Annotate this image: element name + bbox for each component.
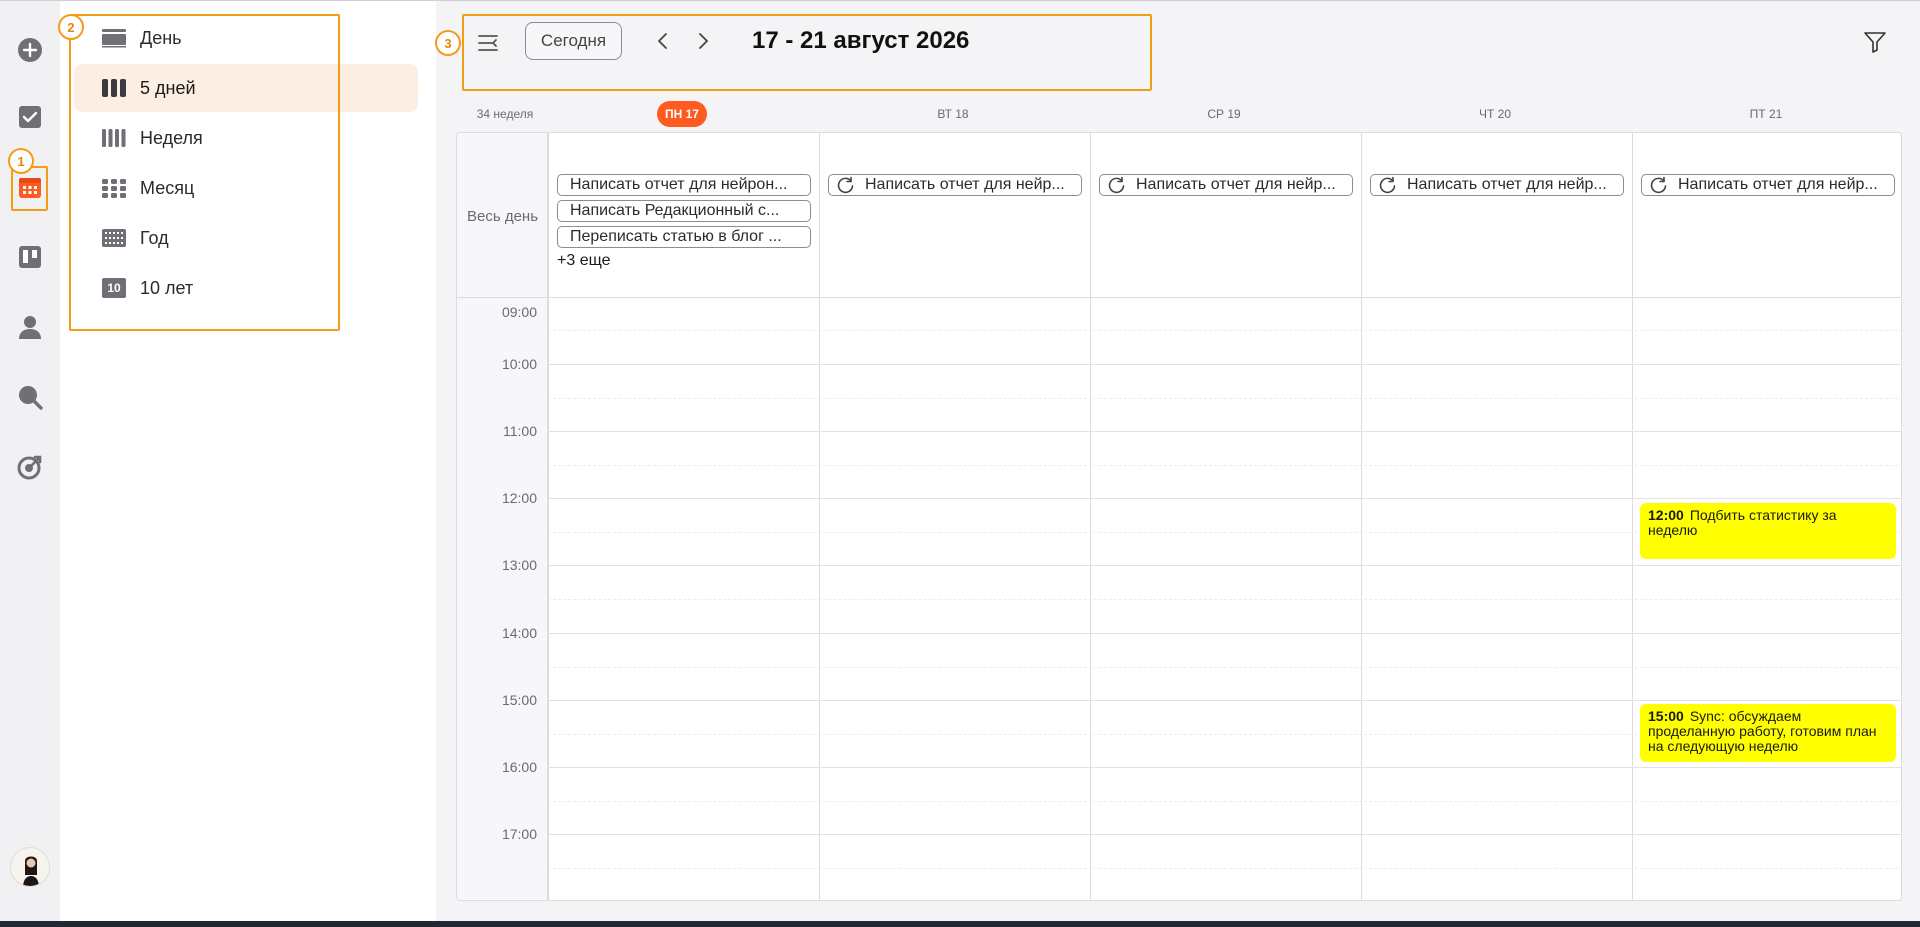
icon-rail (0, 1, 60, 921)
half-hour-line (548, 667, 1901, 668)
hour-line (548, 767, 1901, 768)
column-divider (819, 133, 820, 900)
today-pill: ПН 17 (657, 101, 707, 127)
column-divider (548, 133, 549, 900)
half-hour-line (548, 330, 1901, 331)
event-time: 15:00 (1648, 708, 1684, 724)
annotation-box (69, 14, 340, 331)
all-day-event[interactable]: Написать отчет для нейрон... (557, 174, 811, 196)
recurring-all-day-event[interactable]: Написать отчет для нейр... (1641, 174, 1895, 196)
calendar-grid[interactable]: Весь день Написать отчет для нейрон... Н… (456, 132, 1902, 901)
plus-circle-icon (18, 38, 42, 62)
hour-label: 16:00 (501, 759, 537, 775)
hour-line (548, 498, 1901, 499)
create-button[interactable] (14, 34, 46, 66)
day-header-fri[interactable]: ПТ 21 (1631, 101, 1901, 127)
contacts-button[interactable] (14, 311, 46, 343)
timed-event[interactable]: 15:00 Sync: обсуждаем проделанную работу,… (1640, 704, 1896, 762)
user-avatar[interactable] (10, 847, 50, 887)
repeat-icon (1108, 176, 1125, 194)
event-time: 12:00 (1648, 507, 1684, 523)
hour-label: 17:00 (501, 826, 537, 842)
repeat-icon (1650, 176, 1667, 194)
hour-line (548, 633, 1901, 634)
day-header-tue[interactable]: ВТ 18 (818, 101, 1088, 127)
app-window: День 5 дней Неделя Месяц Год 10 10 лет С… (0, 0, 1920, 927)
goals-button[interactable] (14, 451, 46, 483)
filter-button[interactable] (1862, 29, 1888, 55)
column-divider (1632, 133, 1633, 900)
hour-line (548, 364, 1901, 365)
search-icon (19, 386, 43, 410)
half-hour-line (548, 398, 1901, 399)
time-gutter (457, 133, 548, 900)
half-hour-line (548, 465, 1901, 466)
column-divider (1361, 133, 1362, 900)
avatar-image-icon (23, 856, 39, 886)
recurring-all-day-event[interactable]: Написать отчет для нейр... (1370, 174, 1624, 196)
hour-line (548, 700, 1901, 701)
filter-icon (1864, 32, 1886, 53)
search-button[interactable] (14, 381, 46, 413)
column-divider (1090, 133, 1091, 900)
half-hour-line (548, 801, 1901, 802)
timed-event[interactable]: 12:00 Подбить статистику за неделю (1640, 503, 1896, 559)
week-number-label: 34 неделя (476, 107, 534, 121)
tasks-button[interactable] (14, 101, 46, 133)
hour-label: 12:00 (501, 490, 537, 506)
bottom-bar (0, 921, 1920, 927)
hour-label: 09:00 (501, 304, 537, 320)
all-day-separator (457, 297, 1901, 298)
annotation-badge: 1 (8, 148, 34, 174)
hour-label: 13:00 (501, 557, 537, 573)
more-events-link[interactable]: +3 еще (557, 252, 610, 270)
hour-line (548, 834, 1901, 835)
half-hour-line (548, 599, 1901, 600)
hour-label: 11:00 (503, 423, 537, 439)
hour-line (548, 431, 1901, 432)
day-header-wed[interactable]: СР 19 (1089, 101, 1359, 127)
hour-label: 10:00 (501, 356, 537, 372)
repeat-icon (1379, 176, 1396, 194)
all-day-event[interactable]: Переписать статью в блог ... (557, 226, 811, 248)
kanban-board-icon (19, 246, 41, 268)
recurring-all-day-event[interactable]: Написать отчет для нейр... (828, 174, 1082, 196)
hour-line (548, 565, 1901, 566)
recurring-all-day-event[interactable]: Написать отчет для нейр... (1099, 174, 1353, 196)
day-header-mon[interactable]: ПН 17 (547, 101, 817, 127)
all-day-event[interactable]: Написать Редакционный с... (557, 200, 811, 222)
all-day-label: Весь день (466, 208, 539, 225)
annotation-box (462, 14, 1152, 91)
calendar-main: Сегодня 17 - 21 август 2026 34 неделя ПН… (436, 1, 1920, 921)
checkbox-icon (19, 106, 41, 128)
day-header-thu[interactable]: ЧТ 20 (1360, 101, 1630, 127)
person-icon (19, 316, 41, 339)
hour-label: 15:00 (501, 692, 537, 708)
annotation-badge: 2 (58, 14, 84, 40)
repeat-icon (837, 176, 854, 194)
boards-button[interactable] (14, 241, 46, 273)
hour-label: 14:00 (501, 625, 537, 641)
annotation-badge: 3 (435, 30, 461, 56)
half-hour-line (548, 868, 1901, 869)
target-icon (17, 455, 42, 480)
